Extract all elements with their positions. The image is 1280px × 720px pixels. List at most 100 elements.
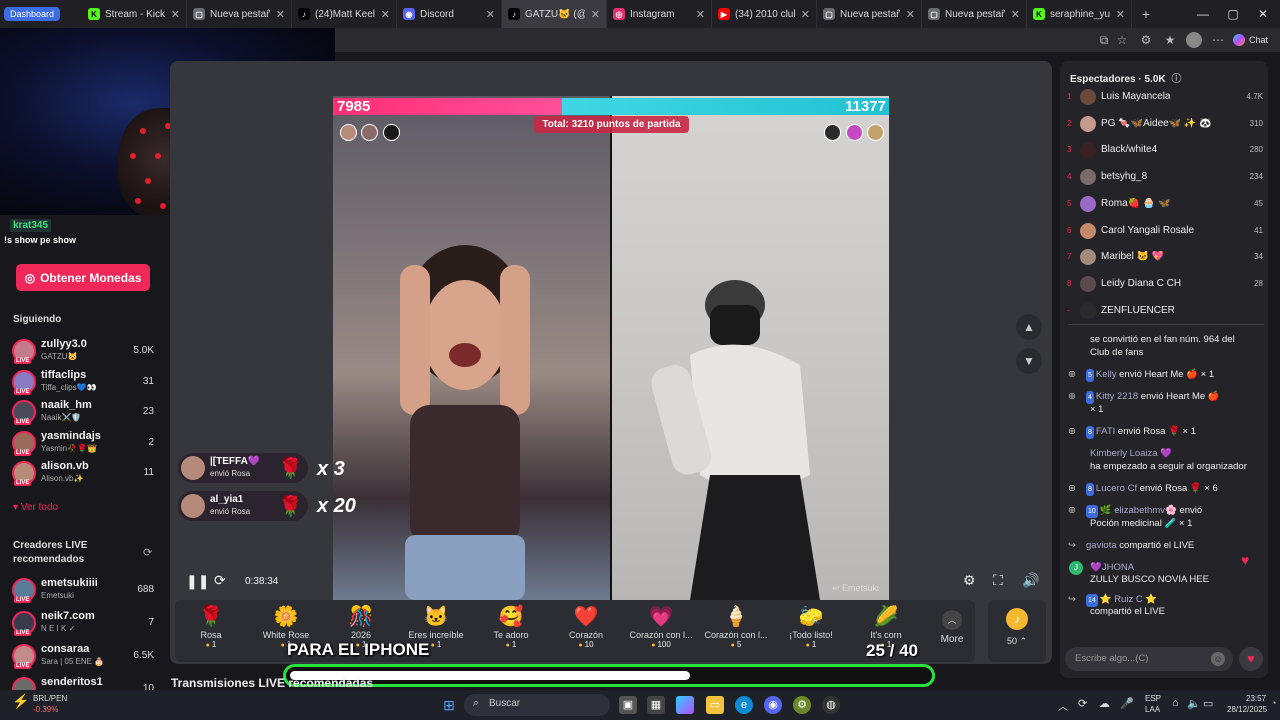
- following-item[interactable]: LIVE tiffaclips Tiffa_clips💙👀 31: [12, 367, 156, 397]
- tab-new-2[interactable]: ▢ Nueva pestaña ✕: [817, 0, 922, 28]
- tab-kick-seraphine[interactable]: K seraphine_yue Stre ✕: [1027, 0, 1132, 28]
- next-stream-button[interactable]: ▼: [1016, 348, 1042, 374]
- following-item[interactable]: LIVE alison.vb Alison.vb✨ 11: [12, 458, 156, 488]
- task-view-icon[interactable]: ▣: [619, 696, 637, 714]
- see-all-link[interactable]: ▾ Ver todo: [13, 502, 58, 513]
- currency-widget-icon[interactable]: ⚡: [12, 693, 29, 710]
- close-icon[interactable]: ✕: [276, 8, 285, 21]
- windows-start-icon[interactable]: ⊞: [440, 696, 458, 714]
- tab-kick-stream[interactable]: K Stream - Kick Dash ✕: [82, 0, 187, 28]
- more-options-icon[interactable]: ⋯: [1210, 32, 1226, 48]
- gift-item[interactable]: ❤️ Corazón10: [551, 604, 621, 656]
- battery-icon[interactable]: ▭: [1203, 697, 1213, 710]
- close-icon[interactable]: ✕: [486, 8, 495, 21]
- minimize-icon[interactable]: —: [1188, 0, 1218, 28]
- gift-item[interactable]: 🧽 ¡Todo listo!1: [776, 604, 846, 656]
- viewer-row[interactable]: 2 PG 🍬🦋Aidee🦋 ✨ 🐼 310: [1067, 115, 1263, 135]
- refresh-stream-icon[interactable]: ⟳: [214, 572, 226, 589]
- close-window-icon[interactable]: ✕: [1248, 0, 1278, 28]
- viewer-row[interactable]: 3 Black/white4 280: [1067, 141, 1263, 161]
- chat-username[interactable]: Lucero Cf: [1096, 483, 1137, 494]
- tab-tiktok-gatzu[interactable]: ♪ GATZU🐱 (@ ✕: [502, 0, 607, 28]
- like-button[interactable]: ♥: [1239, 647, 1263, 671]
- favorite-star-icon[interactable]: ☆: [1114, 32, 1130, 48]
- copilot-taskbar-icon[interactable]: [676, 696, 694, 714]
- recommended-item[interactable]: LIVE neik7.com N E I K ✓ 7: [12, 608, 156, 638]
- recommended-item[interactable]: LIVE emetsukiiii Emetsuki 688: [12, 575, 156, 605]
- widgets-icon[interactable]: ▦: [647, 696, 665, 714]
- tab-instagram[interactable]: ◎ Instagram ✕: [607, 0, 712, 28]
- tab-tiktok-matt[interactable]: ♪ (24)Matt Keelan (@ ✕: [292, 0, 397, 28]
- gift-item[interactable]: 💗 Corazón con l...100: [626, 604, 696, 656]
- close-icon[interactable]: ✕: [906, 8, 915, 21]
- tab-workspace[interactable]: Dashboard: [0, 0, 82, 28]
- chat-username[interactable]: 🌿 elizabethmv🌸: [1100, 505, 1177, 516]
- viewer-row[interactable]: 8 Leidy Diana C CH 28: [1067, 275, 1263, 295]
- keyboard-language[interactable]: ESP: [1145, 694, 1161, 703]
- chat-username[interactable]: ⭐ Ruiz C ⭐: [1100, 594, 1157, 605]
- get-coins-button[interactable]: ◎ Obtener Monedas: [16, 264, 150, 291]
- close-icon[interactable]: ✕: [1011, 8, 1020, 21]
- following-item[interactable]: LIVE zullyy3.0 GATZU🐱 5.0K: [12, 336, 156, 366]
- gift-item[interactable]: 🥰 Te adoro1: [476, 604, 546, 656]
- chat-username[interactable]: Kelly: [1096, 369, 1117, 380]
- chat-username[interactable]: FATI: [1096, 426, 1115, 437]
- favorites-icon[interactable]: ★: [1162, 32, 1178, 48]
- obs-icon[interactable]: ◍: [822, 696, 840, 714]
- emoji-icon[interactable]: ☺: [1211, 652, 1225, 666]
- viewer-row[interactable]: 1 Luis Mayancela 4.7K: [1067, 88, 1263, 108]
- top-gifter-avatar[interactable]: [846, 124, 863, 141]
- top-gifter-avatar[interactable]: [867, 124, 884, 141]
- microphone-icon[interactable]: 🎤: [1120, 697, 1134, 710]
- maximize-icon[interactable]: ▢: [1218, 0, 1248, 28]
- copilot-chat-button[interactable]: Chat: [1233, 32, 1275, 48]
- top-gifter-avatar[interactable]: [361, 124, 378, 141]
- taskbar-search[interactable]: ⌕ Buscar: [464, 694, 610, 716]
- tab-youtube[interactable]: ▶ (34) 2010 club ✕: [712, 0, 817, 28]
- open-app-icon[interactable]: ⧉: [1096, 32, 1112, 48]
- profile-avatar[interactable]: [1186, 32, 1202, 48]
- chat-username[interactable]: 💜JHONA: [1090, 562, 1134, 573]
- gift-item[interactable]: 🍦 Corazón con l...5: [701, 604, 771, 656]
- extensions-icon[interactable]: ⚙: [1138, 32, 1154, 48]
- file-explorer-icon[interactable]: ▭: [706, 696, 724, 714]
- app-taskbar-icon[interactable]: ⚙: [793, 696, 811, 714]
- viewer-row[interactable]: 4 betsyhg_8 234: [1067, 168, 1263, 188]
- top-gifter-avatar[interactable]: [824, 124, 841, 141]
- notifications-icon[interactable]: ◔: [1271, 698, 1276, 708]
- viewer-row[interactable]: 7 Maribel 🐱 💖 34: [1067, 248, 1263, 268]
- new-tab-button[interactable]: +: [1132, 6, 1160, 22]
- chat-username[interactable]: Kitty 2218: [1096, 391, 1138, 402]
- tray-app-icon[interactable]: ⟳: [1078, 697, 1087, 710]
- volume-icon[interactable]: 🔊: [1022, 572, 1039, 589]
- viewer-row[interactable]: 5 Roma🍓 🧁 🦋 45: [1067, 195, 1263, 215]
- more-gifts-button[interactable]: ︿ More: [930, 604, 974, 656]
- discord-taskbar-icon[interactable]: ◉: [764, 696, 782, 714]
- tab-new-3[interactable]: ▢ Nueva pestaña ✕: [922, 0, 1027, 28]
- tab-new-1[interactable]: ▢ Nueva pestaña ✕: [187, 0, 292, 28]
- chevron-up-icon[interactable]: ︿: [1058, 698, 1068, 713]
- viewer-row[interactable]: 6 Carol Yangali Rosale 41: [1067, 222, 1263, 242]
- chat-input[interactable]: Escribe algo...(C): [1065, 647, 1233, 671]
- close-icon[interactable]: ✕: [801, 8, 810, 21]
- network-icon[interactable]: ⌂: [1172, 697, 1179, 709]
- onedrive-icon[interactable]: ☁: [1099, 697, 1110, 710]
- settings-icon[interactable]: ⚙: [963, 572, 976, 589]
- clock-time[interactable]: 23:57: [1246, 694, 1266, 703]
- refresh-icon[interactable]: ⟳: [143, 546, 152, 559]
- info-icon[interactable]: ⓘ: [1171, 74, 1181, 85]
- close-icon[interactable]: ✕: [591, 8, 600, 21]
- close-icon[interactable]: ✕: [171, 8, 180, 21]
- chat-username[interactable]: Kimberly Loaiza 💜: [1090, 448, 1172, 459]
- top-gifter-avatar[interactable]: [340, 124, 357, 141]
- gift-item[interactable]: 🌹 Rosa1: [176, 604, 246, 656]
- following-item[interactable]: LIVE naaik_hm Naaik⚔️🛡️ 23: [12, 397, 156, 427]
- previous-stream-button[interactable]: ▲: [1016, 314, 1042, 340]
- close-icon[interactable]: ✕: [1116, 8, 1125, 21]
- close-icon[interactable]: ✕: [696, 8, 705, 21]
- edge-icon[interactable]: e: [735, 696, 753, 714]
- pause-icon[interactable]: ❚❚: [186, 573, 209, 590]
- viewer-row[interactable]: - ZENFLUENCER: [1067, 302, 1263, 322]
- volume-icon[interactable]: 🔈: [1187, 697, 1201, 710]
- following-item[interactable]: LIVE yasmindajs Yasmin🥀🌹👑 2: [12, 428, 156, 458]
